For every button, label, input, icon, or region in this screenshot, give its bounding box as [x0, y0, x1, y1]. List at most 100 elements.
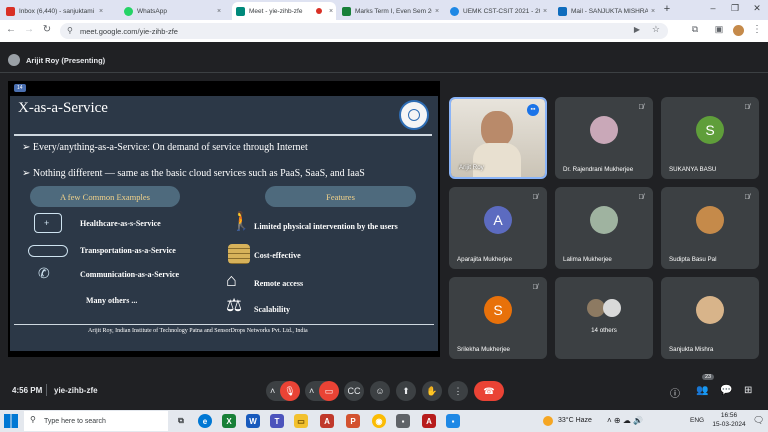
meeting-time: 4:56 PM [12, 386, 43, 395]
close-window-icon[interactable]: ✕ [750, 3, 764, 14]
tab-outlook[interactable]: Mail - SANJUKTA MISHRA × [554, 2, 658, 20]
mic-toggle-button[interactable]: 🎙 [280, 381, 300, 401]
acrobat-icon[interactable]: A [422, 414, 436, 428]
site-info-icon[interactable]: ⚲ [67, 26, 73, 35]
slide: X-as-a-Service ➢ Every/anything-as-a-Ser… [10, 96, 438, 351]
close-icon[interactable]: × [648, 8, 658, 15]
participant-shirt [473, 143, 521, 177]
participant-tile[interactable]: S 🎙̸ SUKANYA BASU [661, 97, 759, 179]
participant-photo [696, 206, 724, 234]
car-icon [28, 245, 68, 257]
clock-date[interactable]: 15-03-2024 [710, 421, 748, 428]
app-icon[interactable]: ▪ [446, 414, 460, 428]
word-icon[interactable]: W [246, 414, 260, 428]
participant-tile[interactable]: ▪▪ Arijit Roy [449, 97, 547, 179]
task-view-icon[interactable]: ⧉ [174, 414, 188, 428]
more-vert-icon: ⋮ [453, 385, 463, 396]
slide-number-badge: 14 [14, 84, 26, 92]
participant-photo [696, 296, 724, 324]
camera-toggle-button[interactable]: ▭ [319, 381, 339, 401]
tray-icons[interactable]: ˄ ⊕ ☁ 🔊 [607, 416, 643, 425]
close-icon[interactable]: × [540, 8, 550, 15]
others-tile[interactable]: 14 others [555, 277, 653, 359]
extensions-icon[interactable]: ⧉ [688, 24, 702, 35]
powerpoint-icon[interactable]: P [346, 414, 360, 428]
camera-in-use-icon[interactable]: ▶ [634, 25, 640, 34]
pdf-icon[interactable]: A [320, 414, 334, 428]
participant-tile[interactable]: A 🎙̸ Aparajita Mukherjee [449, 187, 547, 269]
windows-start-icon[interactable] [4, 414, 18, 428]
people-icon[interactable]: 👥 [696, 385, 708, 396]
excel-icon[interactable]: X [222, 414, 236, 428]
forward-icon[interactable]: → [22, 24, 36, 35]
weather-text[interactable]: 33°C Haze [558, 417, 592, 424]
info-icon[interactable]: ⓘ [670, 385, 680, 400]
leave-call-button[interactable]: ☎ [474, 381, 504, 401]
participant-tile[interactable]: Sanjukta Mishra [661, 277, 759, 359]
presentation-view[interactable]: 14 X-as-a-Service ➢ Every/anything-as-a-… [8, 81, 440, 357]
participant-tile[interactable]: 🎙̸ Sudipta Basu Pal [661, 187, 759, 269]
tab-meet[interactable]: Meet - yie-zihb-zfe × [232, 2, 336, 20]
participant-face [481, 111, 513, 147]
chrome-icon[interactable]: ◉ [372, 414, 386, 428]
participant-name: Lalima Mukherjee [563, 256, 612, 263]
participant-tile[interactable]: 🎙̸ Lalima Mukherjee [555, 187, 653, 269]
tab-title: Inbox (6,440) - sanjuktami [19, 7, 95, 15]
tab-whatsapp[interactable]: WhatsApp × [120, 2, 224, 20]
close-icon[interactable]: × [96, 8, 106, 15]
example-item: Many others ... [86, 296, 138, 305]
minimize-icon[interactable]: – [706, 3, 720, 13]
taskbar-search[interactable]: ⚲ Type here to search [24, 411, 168, 431]
file-explorer-icon[interactable]: ▭ [294, 414, 308, 428]
activities-icon[interactable]: ⊞ [744, 385, 752, 396]
browser-menu-icon[interactable]: ⋮ [750, 24, 764, 35]
participant-tile[interactable]: 🎙̸ Dr. Rajendrani Mukherjee [555, 97, 653, 179]
new-tab-button[interactable]: + [660, 3, 674, 15]
notifications-icon[interactable]: 🗨 [753, 415, 764, 426]
tab-telegram[interactable]: UEMK CST-CSIT 2021 - 20 × [446, 2, 550, 20]
presenter-banner: Arijit Roy (Presenting) [8, 54, 105, 66]
meet-controls-bar: 4:56 PM yie-zihb-zfe ˄ 🎙 ˄ ▭ CC ☺ ⬆ ✋ ⋮ … [0, 368, 768, 410]
app-icon[interactable]: ▪ [396, 414, 410, 428]
participant-name: Aparajita Mukherjee [457, 256, 513, 263]
profile-avatar[interactable] [733, 25, 744, 36]
windows-taskbar: ⚲ Type here to search ⧉ e X W T ▭ A P ◉ … [0, 410, 768, 432]
participant-tile[interactable]: S 🎙̸ Srilekha Mukherjee [449, 277, 547, 359]
url-field[interactable]: ⚲ meet.google.com/yie-zihb-zfe ▶ ☆ [60, 23, 668, 39]
feature-item: Limited physical intervention by the use… [254, 222, 398, 231]
chat-icon[interactable]: 💬 [720, 385, 732, 396]
features-header: Features [265, 186, 416, 207]
captions-button[interactable]: CC [344, 381, 364, 401]
tab-sheets[interactable]: Marks Term I, Even Sem 20 × [338, 2, 442, 20]
tab-title: Mail - SANJUKTA MISHRA [571, 7, 648, 15]
clock-time[interactable]: 16:56 [712, 412, 746, 419]
participant-letter-avatar: A [484, 206, 512, 234]
speaking-indicator-icon: ▪▪ [527, 104, 539, 116]
bookmark-star-icon[interactable]: ☆ [652, 24, 660, 35]
participant-name: SUKANYA BASU [669, 166, 717, 173]
participant-photo [590, 206, 618, 234]
close-icon[interactable]: × [326, 8, 336, 15]
language-indicator[interactable]: ENG [690, 417, 704, 424]
tab-gmail[interactable]: Inbox (6,440) - sanjuktami × [2, 2, 106, 20]
edge-icon[interactable]: e [198, 414, 212, 428]
side-panel-icon[interactable]: ▣ [712, 24, 726, 35]
close-icon[interactable]: × [214, 8, 224, 15]
reactions-button[interactable]: ☺ [370, 381, 390, 401]
present-button[interactable]: ⬆ [396, 381, 416, 401]
participant-name: Sudipta Basu Pal [669, 256, 717, 263]
more-options-button[interactable]: ⋮ [448, 381, 468, 401]
slide-bullet: ➢ Nothing different — same as the basic … [22, 168, 365, 179]
mic-off-icon: 🎙̸ [638, 104, 644, 111]
gmail-icon [6, 6, 15, 16]
close-icon[interactable]: × [432, 8, 442, 15]
maximize-icon[interactable]: ❐ [728, 3, 742, 14]
slide-footer: Arijit Roy, Indian Institute of Technolo… [88, 328, 308, 334]
raise-hand-button[interactable]: ✋ [422, 381, 442, 401]
feature-item: Cost-effective [254, 251, 301, 260]
back-icon[interactable]: ← [4, 24, 18, 35]
teams-icon[interactable]: T [270, 414, 284, 428]
reload-icon[interactable]: ↻ [40, 24, 54, 35]
telegram-icon [450, 6, 459, 16]
example-item: Communication-as-a-Service [80, 270, 180, 279]
